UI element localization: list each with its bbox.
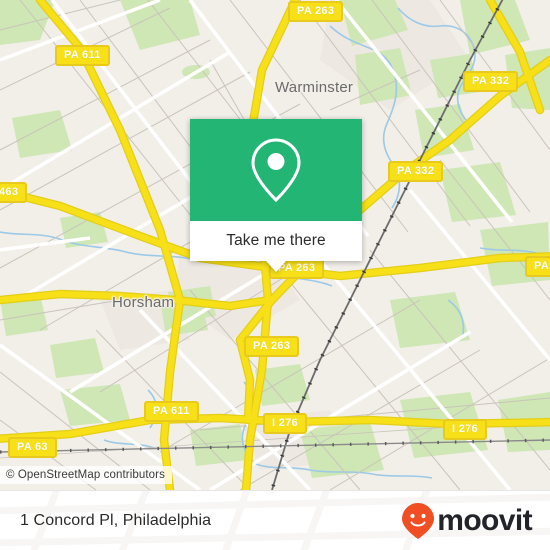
road-shield-pa263-north[interactable]: PA 263 [288,1,344,22]
road-shield-pa63-southwest[interactable]: PA 63 [8,437,57,458]
road-shield-i276-east[interactable]: I 276 [443,419,487,440]
road-shield-pa-east-edge[interactable]: PA [525,256,550,277]
road-shield-463-west[interactable]: 463 [0,182,28,203]
location-popup-card[interactable]: Take me there [190,119,362,272]
footer-address-text: 1 Concord Pl, Philadelphia [20,511,212,529]
footer-bar: 1 Concord Pl, Philadelphia moovit [0,490,550,550]
map-attribution[interactable]: © OpenStreetMap contributors [0,466,172,484]
popup-pointer-tail [266,261,286,272]
place-label-horsham: Horsham [112,294,175,311]
moovit-logo[interactable]: moovit [401,502,533,540]
road-shield-pa332-northeast[interactable]: PA 332 [463,71,519,92]
road-shield-pa332-east[interactable]: PA 332 [388,161,444,182]
popup-header-image [190,119,362,221]
moovit-wordmark: moovit [437,503,532,537]
road-shield-i276-west[interactable]: I 276 [263,413,307,434]
road-shield-pa611-south[interactable]: PA 611 [144,401,199,422]
road-shield-pa611-northwest[interactable]: PA 611 [55,45,110,66]
moovit-map-screen: Warminster Horsham PA 263 PA 611 PA 332 … [0,0,550,550]
location-pin-icon [251,138,301,203]
road-shield-pa263-south[interactable]: PA 263 [244,336,300,357]
take-me-there-button[interactable]: Take me there [190,221,362,261]
moovit-pin-icon [402,502,435,539]
map-canvas[interactable]: Warminster Horsham PA 263 PA 611 PA 332 … [0,0,550,490]
place-label-warminster: Warminster [275,79,354,96]
